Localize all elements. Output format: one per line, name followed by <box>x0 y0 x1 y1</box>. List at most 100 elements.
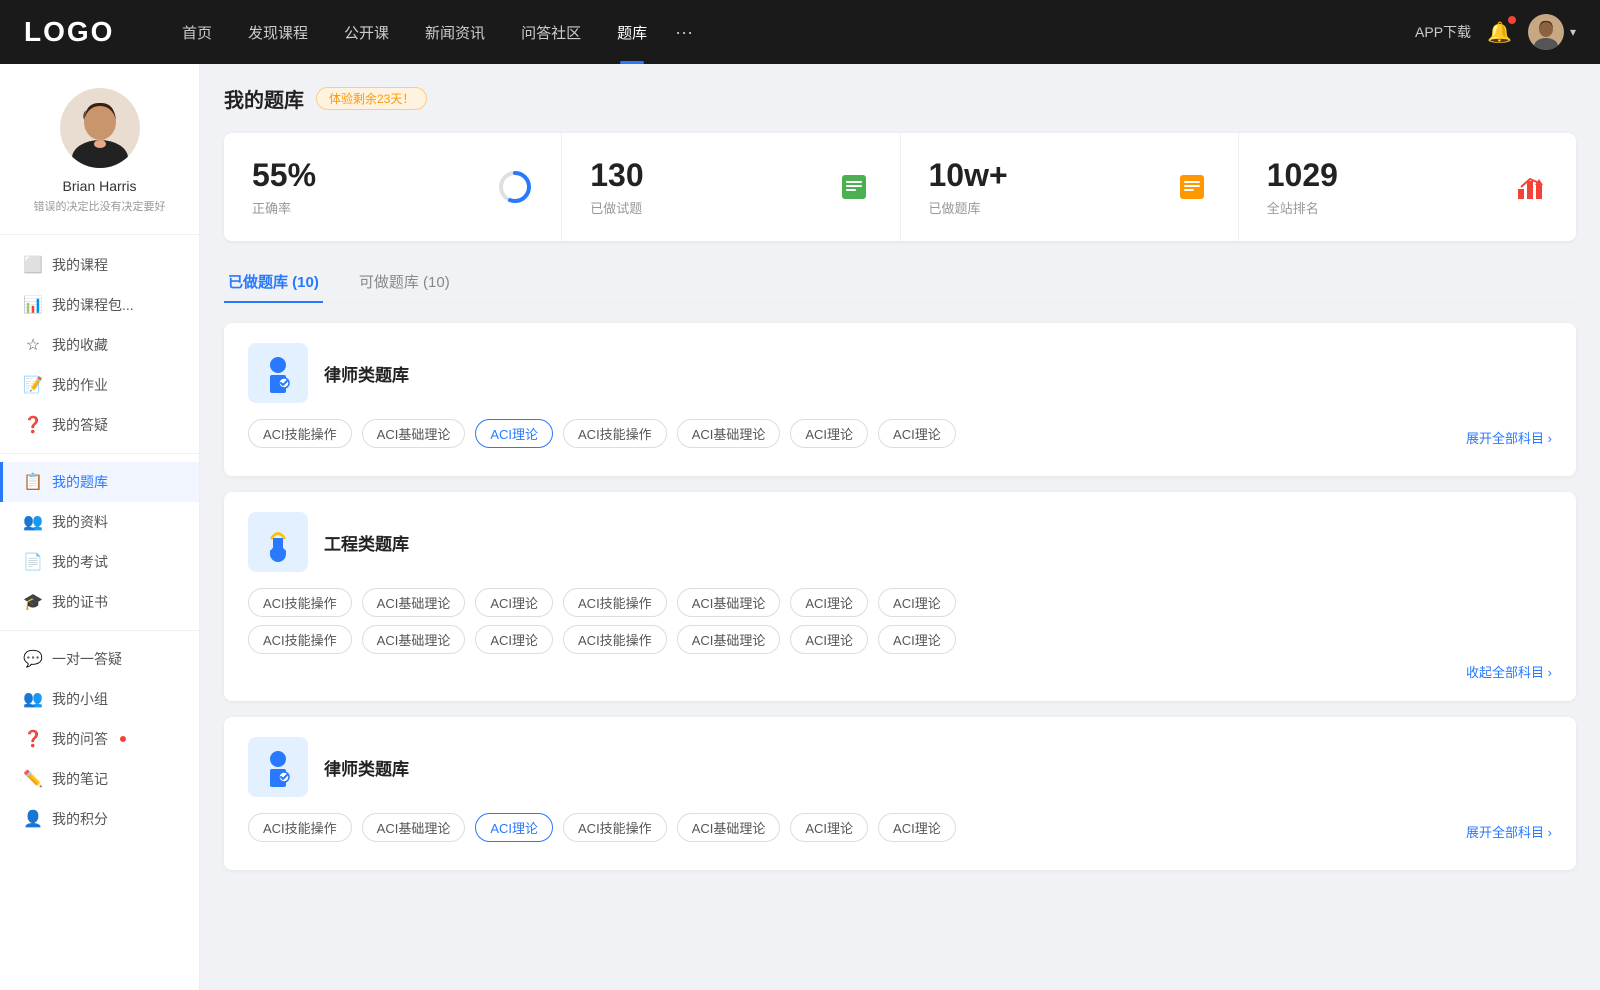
tag[interactable]: ACI理论 <box>475 625 553 654</box>
sidebar-item-label: 我的课程包... <box>52 295 134 315</box>
sidebar-item-certificate[interactable]: 🎓 我的证书 <box>0 582 199 622</box>
sidebar-item-label: 一对一答疑 <box>52 649 122 669</box>
done-banks-label: 已做题库 <box>929 198 1008 217</box>
tag[interactable]: ACI基础理论 <box>362 419 466 448</box>
sidebar-item-label: 我的积分 <box>52 809 108 829</box>
qbank-lawyer-2-tags: ACI技能操作 ACI基础理论 ACI理论 ACI技能操作 ACI基础理论 AC… <box>248 813 1456 842</box>
notification-bell[interactable]: 🔔 <box>1487 20 1512 45</box>
sidebar-item-materials[interactable]: 👥 我的资料 <box>0 502 199 542</box>
sidebar-item-homework[interactable]: 📝 我的作业 <box>0 365 199 405</box>
questions-icon <box>836 169 872 205</box>
group-icon: 👥 <box>24 690 42 708</box>
materials-icon: 👥 <box>24 513 42 531</box>
sidebar-item-label: 我的笔记 <box>52 769 108 789</box>
qbank-card-lawyer-2: 律师类题库 ACI技能操作 ACI基础理论 ACI理论 ACI技能操作 ACI基… <box>224 717 1576 870</box>
tag[interactable]: ACI基础理论 <box>677 419 781 448</box>
nav-qa[interactable]: 问答社区 <box>503 0 599 64</box>
banks-icon <box>1174 169 1210 205</box>
sidebar-item-label: 我的小组 <box>52 689 108 709</box>
stat-accuracy: 55% 正确率 <box>224 133 562 241</box>
avatar <box>1528 14 1564 50</box>
stat-done-banks: 10w+ 已做题库 <box>901 133 1239 241</box>
tag[interactable]: ACI基础理论 <box>677 588 781 617</box>
tag-active[interactable]: ACI理论 <box>475 419 553 448</box>
nav-qbank[interactable]: 题库 <box>599 0 665 64</box>
done-banks-value: 10w+ <box>929 157 1008 194</box>
done-questions-label: 已做试题 <box>590 198 643 217</box>
nav-more[interactable]: ··· <box>665 22 703 43</box>
points-icon: 👤 <box>24 810 42 828</box>
qbank-engineering-icon-wrap <box>248 512 308 572</box>
expand-all-3[interactable]: 展开全部科目 › <box>1466 822 1552 841</box>
sidebar-item-label: 我的资料 <box>52 512 108 532</box>
tag[interactable]: ACI理论 <box>878 419 956 448</box>
ranking-icon <box>1512 169 1548 205</box>
app-download-button[interactable]: APP下载 <box>1415 22 1471 42</box>
tab-available-banks[interactable]: 可做题库 (10) <box>355 261 454 302</box>
sidebar-item-points[interactable]: 👤 我的积分 <box>0 799 199 839</box>
nav-discover[interactable]: 发现课程 <box>230 0 326 64</box>
tag[interactable]: ACI理论 <box>790 588 868 617</box>
tag[interactable]: ACI技能操作 <box>248 625 352 654</box>
tab-done-banks[interactable]: 已做题库 (10) <box>224 261 323 302</box>
sidebar-item-course-pack[interactable]: 📊 我的课程包... <box>0 285 199 325</box>
tag[interactable]: ACI基础理论 <box>677 813 781 842</box>
nav-menu: 首页 发现课程 公开课 新闻资讯 问答社区 题库 ··· <box>164 0 1415 64</box>
nav-open-course[interactable]: 公开课 <box>326 0 407 64</box>
user-avatar-button[interactable]: ▾ <box>1528 14 1576 50</box>
tag[interactable]: ACI技能操作 <box>248 419 352 448</box>
tag[interactable]: ACI技能操作 <box>248 813 352 842</box>
sidebar-item-qbank[interactable]: 📋 我的题库 <box>0 462 199 502</box>
tag[interactable]: ACI理论 <box>878 813 956 842</box>
navbar: LOGO 首页 发现课程 公开课 新闻资讯 问答社区 题库 ··· APP下载 … <box>0 0 1600 64</box>
sidebar-item-my-qa[interactable]: ❓ 我的问答 <box>0 719 199 759</box>
navbar-right: APP下载 🔔 ▾ <box>1415 14 1576 50</box>
tag[interactable]: ACI理论 <box>878 625 956 654</box>
tabs-row: 已做题库 (10) 可做题库 (10) <box>224 261 1576 303</box>
qa-icon: ❓ <box>24 730 42 748</box>
notes-icon: ✏️ <box>24 770 42 788</box>
nav-home[interactable]: 首页 <box>164 0 230 64</box>
qbank-icon: 📋 <box>24 473 42 491</box>
sidebar-item-group[interactable]: 👥 我的小组 <box>0 679 199 719</box>
homework-icon: 📝 <box>24 376 42 394</box>
tag[interactable]: ACI理论 <box>790 419 868 448</box>
sidebar-item-favorites[interactable]: ☆ 我的收藏 <box>0 325 199 365</box>
qbank-card-lawyer-1: 律师类题库 ACI技能操作 ACI基础理论 ACI理论 ACI技能操作 ACI基… <box>224 323 1576 476</box>
tag[interactable]: ACI技能操作 <box>563 813 667 842</box>
tag[interactable]: ACI理论 <box>790 813 868 842</box>
qbank-lawyer-icon-wrap <box>248 343 308 403</box>
tag[interactable]: ACI理论 <box>475 588 553 617</box>
expand-all-1[interactable]: 展开全部科目 › <box>1466 428 1552 447</box>
tag[interactable]: ACI基础理论 <box>362 813 466 842</box>
tag[interactable]: ACI技能操作 <box>563 625 667 654</box>
tag-active[interactable]: ACI理论 <box>475 813 553 842</box>
trial-badge: 体验剩余23天！ <box>316 87 427 110</box>
tag[interactable]: ACI理论 <box>790 625 868 654</box>
tag[interactable]: ACI技能操作 <box>248 588 352 617</box>
sidebar: Brian Harris 错误的决定比没有决定要好 ⬜ 我的课程 📊 我的课程包… <box>0 64 200 990</box>
sidebar-item-questions[interactable]: ❓ 我的答疑 <box>0 405 199 445</box>
sidebar-item-my-courses[interactable]: ⬜ 我的课程 <box>0 245 199 285</box>
page-title: 我的题库 <box>224 84 304 113</box>
chevron-down-icon: ▾ <box>1570 25 1576 39</box>
accuracy-label: 正确率 <box>252 198 316 217</box>
sidebar-item-notes[interactable]: ✏️ 我的笔记 <box>0 759 199 799</box>
qbank-lawyer-2-icon-wrap <box>248 737 308 797</box>
sidebar-item-exam[interactable]: 📄 我的考试 <box>0 542 199 582</box>
nav-news[interactable]: 新闻资讯 <box>407 0 503 64</box>
tag[interactable]: ACI技能操作 <box>563 588 667 617</box>
certificate-icon: 🎓 <box>24 593 42 611</box>
collapse-all[interactable]: 收起全部科目 › <box>248 662 1552 681</box>
accuracy-value: 55% <box>252 157 316 194</box>
tag[interactable]: ACI基础理论 <box>362 625 466 654</box>
tag[interactable]: ACI基础理论 <box>362 588 466 617</box>
sidebar-item-label: 我的考试 <box>52 552 108 572</box>
tag[interactable]: ACI理论 <box>878 588 956 617</box>
logo[interactable]: LOGO <box>24 16 124 48</box>
sidebar-item-1on1[interactable]: 💬 一对一答疑 <box>0 639 199 679</box>
ranking-value: 1029 <box>1267 157 1338 194</box>
tag[interactable]: ACI技能操作 <box>563 419 667 448</box>
tag[interactable]: ACI基础理论 <box>677 625 781 654</box>
sidebar-item-label: 我的课程 <box>52 255 108 275</box>
